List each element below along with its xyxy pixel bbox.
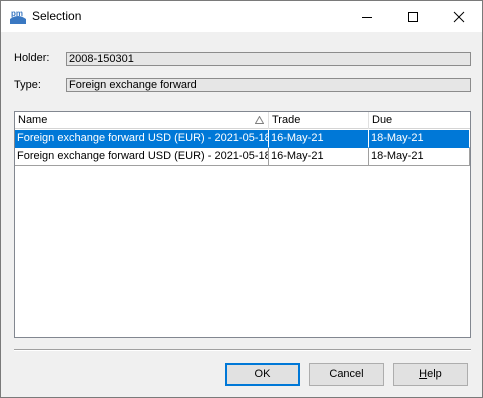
help-mnemonic: H [419, 368, 428, 380]
column-header-name[interactable]: Name [15, 112, 269, 129]
separator [14, 349, 471, 351]
maximize-button[interactable] [390, 1, 436, 32]
cell-name: Foreign exchange forward USD (EUR) - 202… [15, 148, 269, 166]
cell-name: Foreign exchange forward USD (EUR) - 202… [15, 130, 269, 148]
column-header-trade[interactable]: Trade [269, 112, 369, 129]
title-bar[interactable]: pm Selection [1, 1, 482, 32]
holder-label: Holder: [14, 52, 50, 64]
close-button[interactable] [436, 1, 482, 32]
holder-field: 2008-150301 [66, 52, 471, 66]
sort-ascending-icon [255, 116, 264, 124]
window-title: Selection [32, 9, 82, 23]
type-label: Type: [14, 79, 41, 91]
minimize-icon [362, 16, 372, 18]
type-field: Foreign exchange forward [66, 78, 471, 92]
table-row[interactable]: Foreign exchange forward USD (EUR) - 202… [15, 130, 470, 148]
table-row[interactable]: Foreign exchange forward USD (EUR) - 202… [15, 148, 470, 166]
help-button[interactable]: Help [393, 363, 468, 386]
cell-due: 18-May-21 [369, 148, 470, 166]
pm-app-icon: pm [9, 7, 27, 25]
close-icon [453, 11, 465, 22]
help-label-rest: elp [427, 368, 442, 380]
minimize-button[interactable] [344, 1, 390, 32]
table-header: Name Trade Due [15, 112, 470, 129]
cell-due: 18-May-21 [369, 130, 470, 148]
app-icon-text: pm [11, 9, 23, 18]
cell-trade: 16-May-21 [269, 148, 369, 166]
column-header-name-label: Name [18, 114, 48, 126]
column-header-due[interactable]: Due [369, 112, 470, 129]
ok-button[interactable]: OK [225, 363, 300, 386]
maximize-icon [408, 11, 418, 22]
selection-dialog: pm Selection Holder: 2008-150301 Type: F… [0, 0, 483, 398]
cancel-button[interactable]: Cancel [309, 363, 384, 386]
selection-table[interactable]: Name Trade Due Foreign exchange forward … [14, 111, 471, 338]
cell-trade: 16-May-21 [269, 130, 369, 148]
